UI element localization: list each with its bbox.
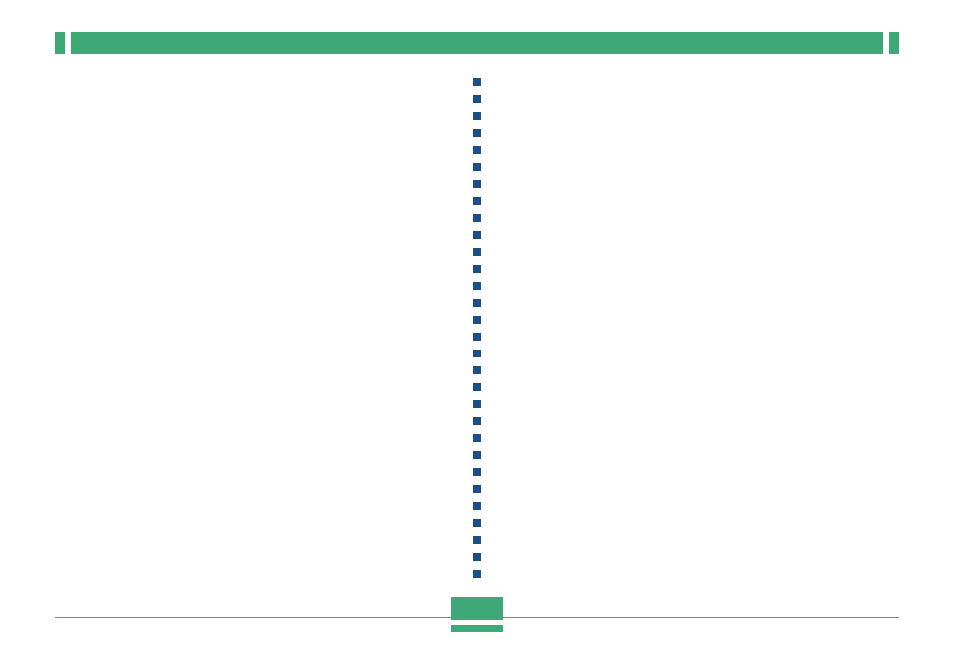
header-bar-right-cap	[889, 32, 899, 54]
divider-dot	[473, 248, 481, 256]
header-decoration-bar	[55, 32, 899, 54]
divider-dot	[473, 366, 481, 374]
divider-dot	[473, 231, 481, 239]
divider-dot	[473, 383, 481, 391]
divider-dot	[473, 553, 481, 561]
divider-dot	[473, 519, 481, 527]
footer-marker-top	[451, 597, 503, 620]
divider-dot	[473, 451, 481, 459]
divider-dot	[473, 350, 481, 358]
divider-dot	[473, 434, 481, 442]
divider-dot	[473, 282, 481, 290]
header-bar-center	[71, 32, 883, 54]
divider-dot	[473, 417, 481, 425]
vertical-dotted-divider	[473, 78, 481, 578]
divider-dot	[473, 95, 481, 103]
divider-dot	[473, 78, 481, 86]
divider-dot	[473, 400, 481, 408]
header-bar-left-cap	[55, 32, 65, 54]
divider-dot	[473, 316, 481, 324]
divider-dot	[473, 197, 481, 205]
divider-dot	[473, 485, 481, 493]
divider-dot	[473, 299, 481, 307]
divider-dot	[473, 536, 481, 544]
divider-dot	[473, 214, 481, 222]
divider-dot	[473, 129, 481, 137]
divider-dot	[473, 333, 481, 341]
divider-dot	[473, 163, 481, 171]
footer-marker-bottom	[451, 625, 503, 632]
divider-dot	[473, 502, 481, 510]
divider-dot	[473, 112, 481, 120]
divider-dot	[473, 180, 481, 188]
divider-dot	[473, 468, 481, 476]
divider-dot	[473, 265, 481, 273]
divider-dot	[473, 146, 481, 154]
divider-dot	[473, 570, 481, 578]
footer-page-marker	[451, 597, 503, 632]
